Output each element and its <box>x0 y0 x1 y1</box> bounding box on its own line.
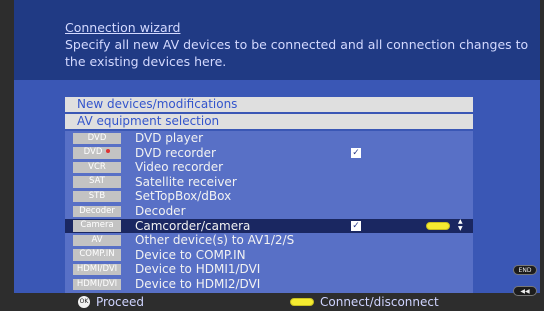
device-list: DVD DVD player DVD DVD recorder ✓ VCR Vi… <box>65 131 473 293</box>
new-devices-bar[interactable]: New devices/modifications <box>65 97 473 112</box>
page-description: Specify all new AV devices to be connect… <box>65 37 529 69</box>
footer-bar: OK Proceed Connect/disconnect <box>0 293 544 311</box>
page-title: Connection wizard <box>65 20 181 35</box>
header-panel: Connection wizard Specify all new AV dev… <box>14 0 540 80</box>
device-tag: COMP.IN <box>73 249 121 261</box>
device-label: Device to HDMI2/DVI <box>135 277 261 291</box>
device-label: DVD recorder <box>135 145 216 160</box>
checkbox-checked[interactable]: ✓ <box>351 220 361 231</box>
device-row-decoder[interactable]: Decoder Decoder <box>65 204 473 219</box>
proceed-hint[interactable]: Proceed <box>96 293 144 311</box>
device-row-dvd-player[interactable]: DVD DVD player <box>65 131 473 146</box>
tv-screen: Connection wizard Specify all new AV dev… <box>0 0 544 311</box>
device-row-dvd-recorder[interactable]: DVD DVD recorder ✓ <box>65 146 473 161</box>
device-row-hdmi1[interactable]: HDMI/DVI Device to HDMI1/DVI <box>65 262 473 277</box>
recorder-dot-icon <box>106 149 111 154</box>
device-row-settopbox[interactable]: STB SetTopBox/dBox <box>65 189 473 204</box>
device-row-satellite[interactable]: SAT Satellite receiver <box>65 175 473 190</box>
device-row-video-recorder[interactable]: VCR Video recorder <box>65 160 473 175</box>
end-button[interactable]: END <box>513 265 537 275</box>
device-tag: SAT <box>73 176 121 188</box>
device-label: Other device(s) to AV1/2/S <box>135 233 295 248</box>
device-label: Device to COMP.IN <box>135 247 246 262</box>
device-row-hdmi2[interactable]: HDMI/DVI Device to HDMI2/DVI <box>65 277 473 292</box>
device-tag: DVD <box>73 147 121 159</box>
device-tag: HDMI/DVI <box>73 278 121 290</box>
up-down-arrows-icon: ▲ ▼ <box>458 217 463 232</box>
yellow-key-icon <box>290 298 314 306</box>
connect-disconnect-hint[interactable]: Connect/disconnect <box>320 293 439 311</box>
device-row-camcorder[interactable]: Camera Camcorder/camera ✓ ▲ ▼ <box>65 217 473 234</box>
main-panel: New devices/modifications AV equipment s… <box>14 80 540 293</box>
device-tag: VCR <box>73 161 121 174</box>
device-tag: STB <box>73 190 121 203</box>
device-tag: Camera <box>73 220 121 232</box>
device-label: Satellite receiver <box>135 174 237 189</box>
yellow-key-icon <box>426 221 450 230</box>
device-tag: AV <box>73 234 121 247</box>
device-tag: HDMI/DVI <box>73 263 121 276</box>
device-row-comp-in[interactable]: COMP.IN Device to COMP.IN <box>65 248 473 263</box>
device-label: Camcorder/camera <box>135 218 251 233</box>
device-tag: Decoder <box>73 205 121 217</box>
device-label: DVD player <box>135 131 204 145</box>
ok-icon: OK <box>78 296 90 308</box>
device-tag: DVD <box>73 132 121 144</box>
device-label: Device to HDMI1/DVI <box>135 262 261 277</box>
device-row-other-av[interactable]: AV Other device(s) to AV1/2/S <box>65 233 473 248</box>
device-label: Video recorder <box>135 160 224 175</box>
checkbox-checked[interactable]: ✓ <box>351 147 361 158</box>
av-selection-bar[interactable]: AV equipment selection <box>65 114 473 129</box>
device-label: Decoder <box>135 204 186 218</box>
device-label: SetTopBox/dBox <box>135 189 232 204</box>
